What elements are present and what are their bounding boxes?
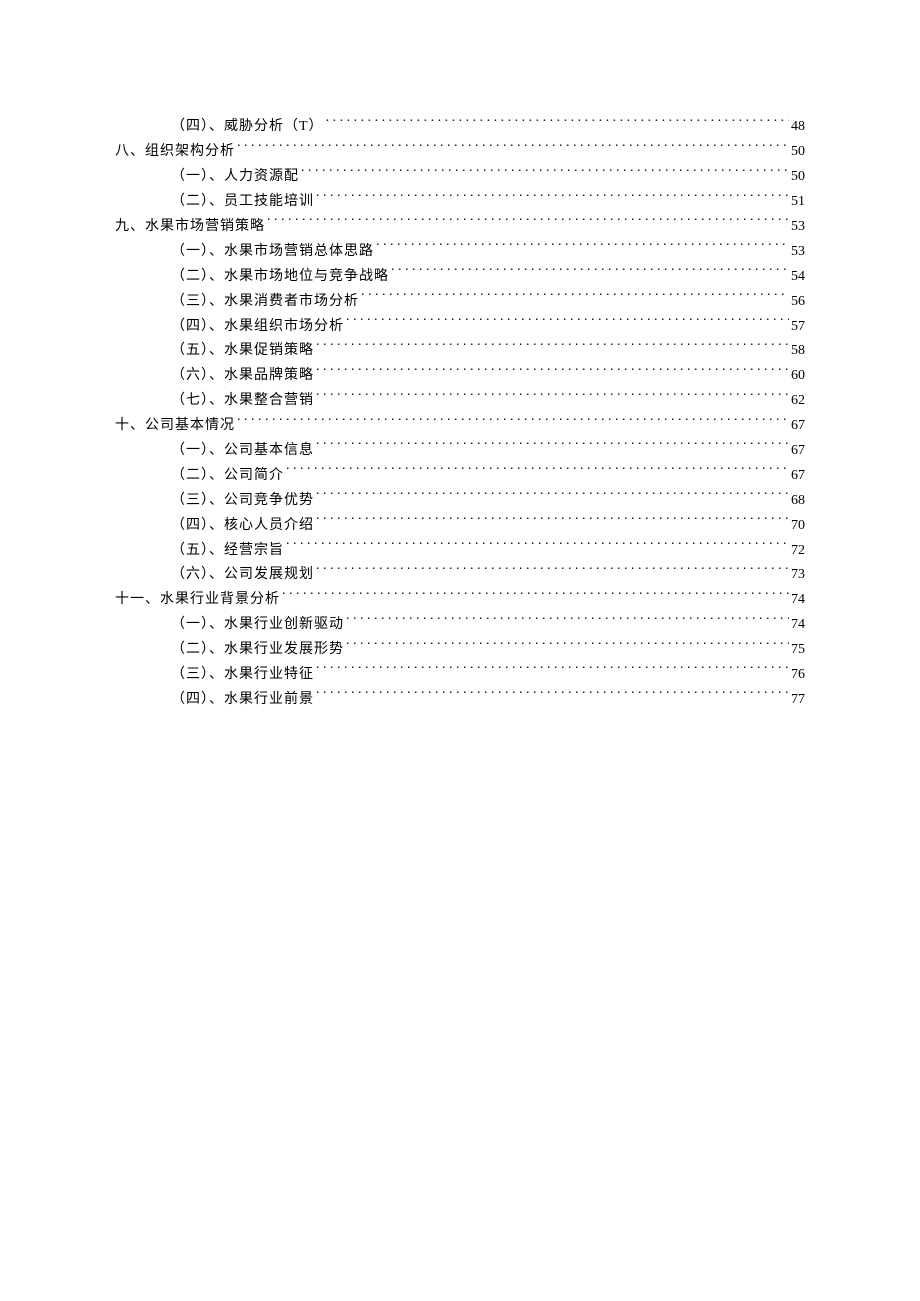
toc-leader-dots bbox=[237, 140, 789, 155]
toc-entry: 十一、水果行业背景分析 74 bbox=[115, 588, 805, 613]
toc-entry-label: 十一、水果行业背景分析 bbox=[115, 588, 280, 613]
toc-entry-label: （三）、水果消费者市场分析 bbox=[171, 290, 359, 315]
toc-entry: （三）、水果行业特征 76 bbox=[171, 663, 805, 688]
toc-leader-dots bbox=[316, 513, 789, 528]
toc-entry-label: （一）、公司基本信息 bbox=[171, 439, 314, 464]
toc-entry-page: 56 bbox=[791, 290, 805, 315]
toc-entry-label: 十、公司基本情况 bbox=[115, 414, 235, 439]
toc-leader-dots bbox=[316, 339, 789, 354]
toc-entry-page: 51 bbox=[791, 190, 805, 215]
toc-entry-label: （四）、威胁分析（T） bbox=[171, 115, 324, 140]
toc-entry-label: （四）、核心人员介绍 bbox=[171, 514, 314, 539]
toc-entry-page: 58 bbox=[791, 339, 805, 364]
toc-leader-dots bbox=[267, 215, 789, 230]
toc-entry-label: （七）、水果整合营销 bbox=[171, 389, 314, 414]
toc-entry: （四）、水果组织市场分析 57 bbox=[171, 314, 805, 339]
toc-entry-label: （五）、经营宗旨 bbox=[171, 539, 284, 564]
toc-entry-page: 54 bbox=[791, 265, 805, 290]
toc-entry-page: 74 bbox=[791, 613, 805, 638]
toc-entry-label: （三）、水果行业特征 bbox=[171, 663, 314, 688]
toc-leader-dots bbox=[316, 389, 789, 404]
toc-entry-page: 50 bbox=[791, 140, 805, 165]
toc-leader-dots bbox=[301, 165, 789, 180]
toc-entry: （四）、水果行业前景 77 bbox=[171, 687, 805, 712]
toc-entry-page: 62 bbox=[791, 389, 805, 414]
toc-leader-dots bbox=[316, 663, 789, 678]
toc-entry: （三）、公司竞争优势 68 bbox=[171, 488, 805, 513]
toc-entry-label: （四）、水果行业前景 bbox=[171, 688, 314, 713]
toc-entry-page: 77 bbox=[791, 688, 805, 713]
toc-entry: （二）、水果行业发展形势 75 bbox=[171, 638, 805, 663]
toc-entry-page: 60 bbox=[791, 364, 805, 389]
toc-leader-dots bbox=[286, 463, 789, 478]
toc-entry-label: （二）、公司简介 bbox=[171, 464, 284, 489]
toc-entry: （二）、员工技能培训 51 bbox=[171, 190, 805, 215]
toc-leader-dots bbox=[361, 289, 789, 304]
toc-entry: （五）、经营宗旨 72 bbox=[171, 538, 805, 563]
toc-entry-label: （四）、水果组织市场分析 bbox=[171, 315, 344, 340]
toc-entry: 十、公司基本情况 67 bbox=[115, 414, 805, 439]
toc-entry-label: （一）、人力资源配 bbox=[171, 165, 299, 190]
toc-entry: （七）、水果整合营销 62 bbox=[171, 389, 805, 414]
toc-entry-page: 67 bbox=[791, 464, 805, 489]
toc-entry: （四）、威胁分析（T） 48 bbox=[171, 115, 805, 140]
toc-entry-page: 57 bbox=[791, 315, 805, 340]
toc-entry: （六）、公司发展规划 73 bbox=[171, 563, 805, 588]
toc-leader-dots bbox=[316, 190, 789, 205]
toc-entry: （三）、水果消费者市场分析 56 bbox=[171, 289, 805, 314]
toc-leader-dots bbox=[346, 638, 789, 653]
toc-entry-page: 67 bbox=[791, 414, 805, 439]
toc-entry: （二）、公司简介 67 bbox=[171, 463, 805, 488]
toc-leader-dots bbox=[316, 563, 789, 578]
toc-entry-page: 73 bbox=[791, 563, 805, 588]
toc-entry-page: 76 bbox=[791, 663, 805, 688]
toc-leader-dots bbox=[237, 414, 789, 429]
table-of-contents: （四）、威胁分析（T）48八、组织架构分析50（一）、人力资源配50（二）、员工… bbox=[115, 115, 805, 712]
toc-entry-label: （三）、公司竞争优势 bbox=[171, 489, 314, 514]
toc-entry-page: 68 bbox=[791, 489, 805, 514]
toc-entry: 八、组织架构分析 50 bbox=[115, 140, 805, 165]
toc-leader-dots bbox=[316, 687, 789, 702]
toc-entry-label: （一）、水果行业创新驱动 bbox=[171, 613, 344, 638]
toc-entry: （四）、核心人员介绍 70 bbox=[171, 513, 805, 538]
toc-entry-page: 70 bbox=[791, 514, 805, 539]
toc-entry: （二）、水果市场地位与竞争战略 54 bbox=[171, 264, 805, 289]
toc-leader-dots bbox=[346, 613, 789, 628]
toc-entry: （六）、水果品牌策略 60 bbox=[171, 364, 805, 389]
toc-entry-label: 八、组织架构分析 bbox=[115, 140, 235, 165]
toc-entry-label: （六）、公司发展规划 bbox=[171, 563, 314, 588]
toc-leader-dots bbox=[346, 314, 789, 329]
toc-entry-label: （二）、员工技能培训 bbox=[171, 190, 314, 215]
toc-entry-page: 50 bbox=[791, 165, 805, 190]
toc-entry-label: （二）、水果市场地位与竞争战略 bbox=[171, 265, 389, 290]
toc-entry-page: 48 bbox=[791, 115, 805, 140]
toc-entry: （一）、水果市场营销总体思路 53 bbox=[171, 239, 805, 264]
toc-entry: （一）、公司基本信息 67 bbox=[171, 439, 805, 464]
toc-entry-page: 53 bbox=[791, 215, 805, 240]
toc-leader-dots bbox=[282, 588, 789, 603]
toc-entry: （五）、水果促销策略 58 bbox=[171, 339, 805, 364]
toc-leader-dots bbox=[316, 488, 789, 503]
toc-leader-dots bbox=[376, 239, 789, 254]
toc-entry: （一）、人力资源配 50 bbox=[171, 165, 805, 190]
toc-entry-page: 53 bbox=[791, 240, 805, 265]
toc-entry-label: （二）、水果行业发展形势 bbox=[171, 638, 344, 663]
toc-entry: 九、水果市场营销策略 53 bbox=[115, 215, 805, 240]
toc-entry-page: 72 bbox=[791, 539, 805, 564]
toc-leader-dots bbox=[316, 364, 789, 379]
toc-entry-label: （一）、水果市场营销总体思路 bbox=[171, 240, 374, 265]
toc-entry-page: 75 bbox=[791, 638, 805, 663]
toc-entry-page: 74 bbox=[791, 588, 805, 613]
toc-leader-dots bbox=[286, 538, 789, 553]
toc-entry-page: 67 bbox=[791, 439, 805, 464]
toc-leader-dots bbox=[391, 264, 789, 279]
toc-leader-dots bbox=[316, 439, 789, 454]
toc-entry-label: 九、水果市场营销策略 bbox=[115, 215, 265, 240]
toc-entry-label: （六）、水果品牌策略 bbox=[171, 364, 314, 389]
toc-entry-label: （五）、水果促销策略 bbox=[171, 339, 314, 364]
toc-leader-dots bbox=[326, 115, 789, 130]
toc-entry: （一）、水果行业创新驱动 74 bbox=[171, 613, 805, 638]
